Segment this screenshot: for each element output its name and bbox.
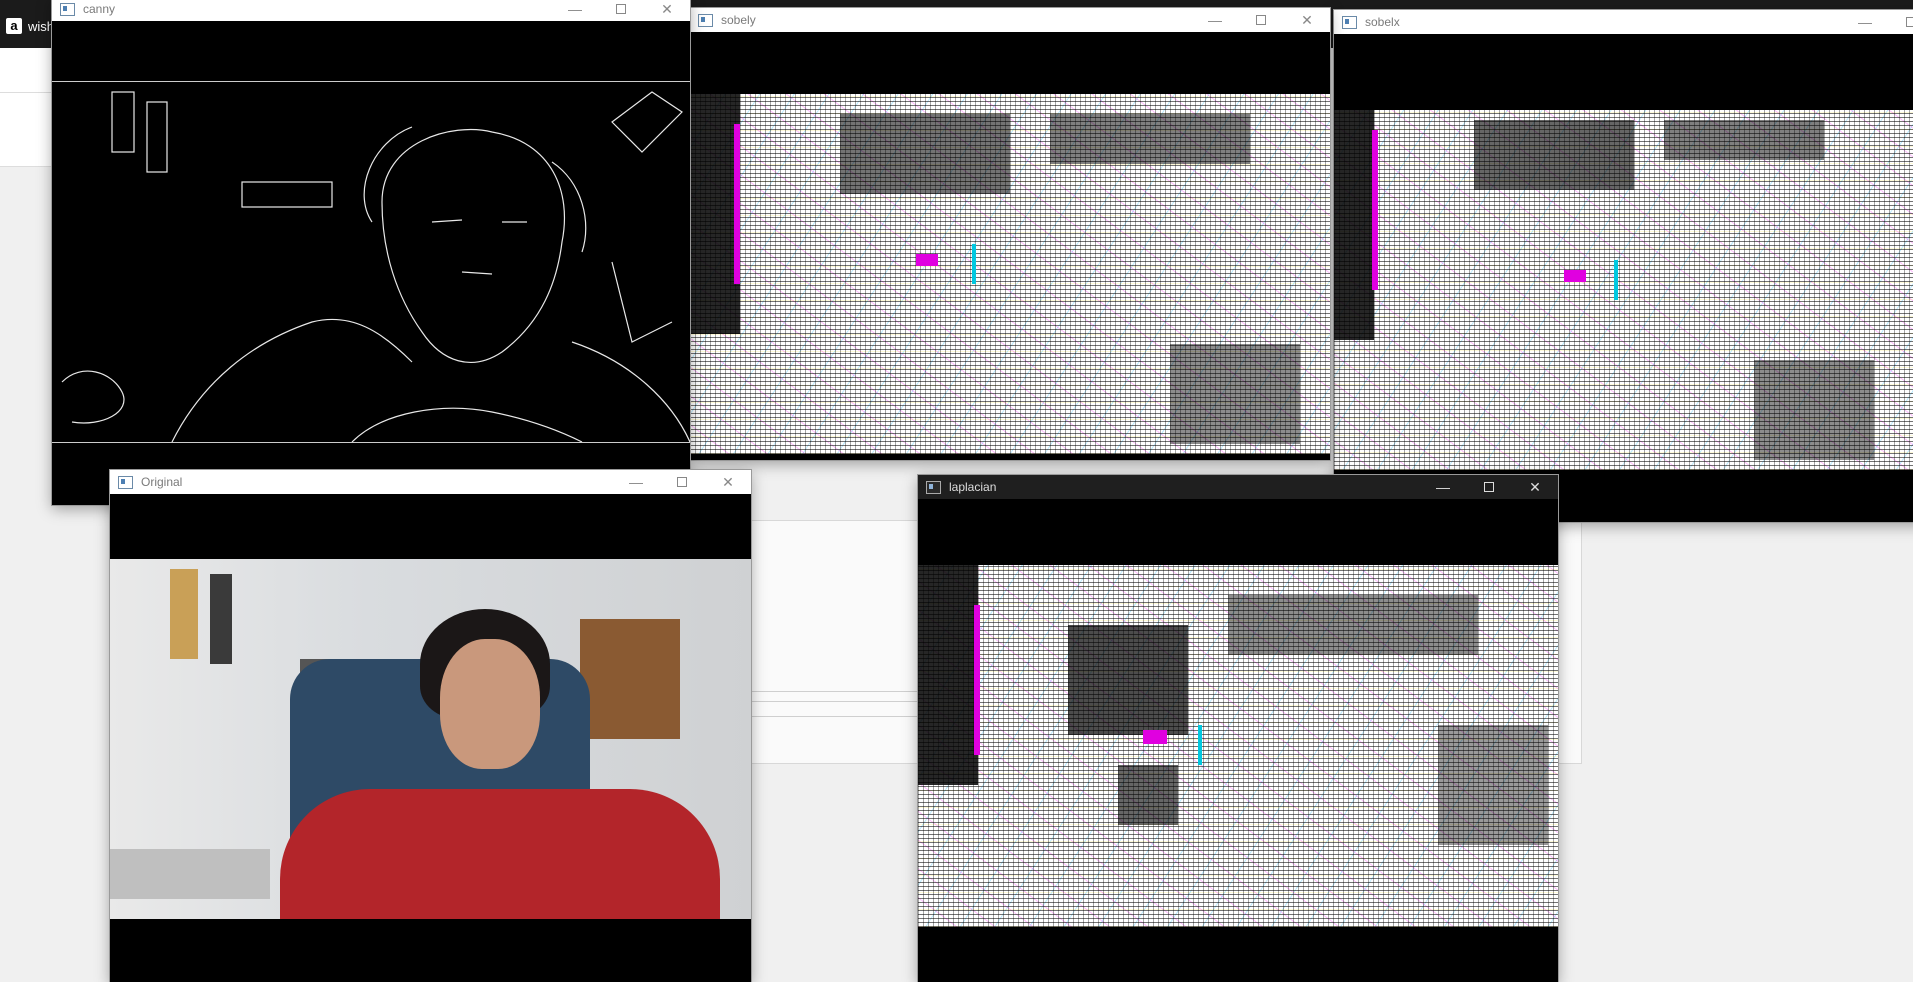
sobelx-window[interactable]: sobelx — [1334,10,1913,522]
webcam-image [110,559,751,919]
original-titlebar[interactable]: Original — ✕ [110,470,751,494]
minimize-icon[interactable]: — [1192,8,1238,32]
minimize-icon[interactable]: — [1842,10,1888,34]
sobelx-client [1334,34,1913,522]
minimize-icon[interactable]: — [1420,475,1466,499]
canny-image [52,81,690,443]
app-window-icon [118,475,133,489]
sobely-window[interactable]: sobely — ✕ [690,8,1330,460]
app-window-icon [698,13,713,27]
minimize-icon[interactable]: — [552,0,598,21]
background-tab-label: wish [28,18,55,34]
maximize-icon[interactable] [598,0,644,21]
maximize-icon[interactable] [659,470,705,494]
canny-client [52,21,690,505]
window-title: laplacian [949,480,997,494]
close-icon[interactable]: ✕ [644,0,690,21]
laplacian-window[interactable]: laplacian — ✕ [918,475,1558,982]
minimize-icon[interactable]: — [613,470,659,494]
laplacian-titlebar[interactable]: laplacian — ✕ [918,475,1558,499]
laplacian-client [918,503,1558,982]
background-divider [0,92,60,93]
sobely-titlebar[interactable]: sobely — ✕ [690,8,1330,32]
app-window-icon [60,2,75,16]
sobely-image [690,94,1330,454]
background-app-tab[interactable]: a wish [0,14,54,38]
original-client [110,498,751,982]
canny-window[interactable]: canny — ✕ [52,0,690,505]
window-title: sobelx [1365,15,1400,29]
sobely-client [690,32,1330,460]
maximize-icon[interactable] [1238,8,1284,32]
sobelx-image [1334,110,1913,470]
close-icon[interactable]: ✕ [1284,8,1330,32]
app-window-icon [1342,15,1357,29]
maximize-icon[interactable] [1466,475,1512,499]
window-title: sobely [721,13,756,27]
amazon-icon: a [6,18,22,34]
divider [741,701,921,702]
original-window[interactable]: Original — ✕ [110,470,751,982]
window-title: Original [141,475,183,489]
background-app-panel [0,48,60,167]
close-icon[interactable]: ✕ [705,470,751,494]
laplacian-image [918,565,1558,927]
app-window-icon [926,480,941,494]
window-title: canny [83,2,116,16]
sobelx-titlebar[interactable]: sobelx — [1334,10,1913,34]
close-icon[interactable]: ✕ [1512,475,1558,499]
divider [741,691,921,692]
maximize-icon[interactable] [1888,10,1913,34]
canny-titlebar[interactable]: canny — ✕ [52,0,690,21]
divider [741,716,921,717]
